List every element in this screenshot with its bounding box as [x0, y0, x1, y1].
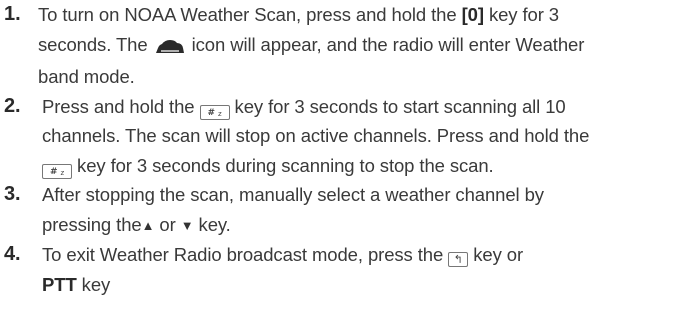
step-text: Press and hold the [42, 95, 200, 117]
step-text: key for 3 seconds during scanning to sto… [77, 154, 494, 176]
step-line: band mode. [38, 62, 688, 92]
step-2: 2. Press and hold the # z key for 3 secon… [4, 92, 688, 181]
step-line: To turn on NOAA Weather Scan, press and … [38, 0, 688, 30]
hash-key-sub: z [217, 109, 222, 118]
step-text: pressing the [42, 213, 142, 235]
step-line: pressing the▲ or ▼ key. [42, 210, 688, 241]
weather-band-icon [155, 33, 185, 63]
up-arrow-icon: ▲ [141, 217, 155, 233]
step-text: key. [193, 213, 231, 235]
ptt-key-label: PTT [42, 273, 77, 295]
step-text: band mode. [38, 66, 135, 87]
down-arrow-icon: ▼ [180, 217, 194, 233]
step-text: After stopping the scan, manually select… [42, 184, 544, 205]
step-number: 2. [4, 94, 21, 117]
step-3: 3. After stopping the scan, manually sel… [4, 180, 688, 240]
hash-key-icon: # z [42, 163, 72, 179]
step-line: # z key for 3 seconds during scanning to … [42, 151, 688, 181]
step-text: icon will appear, and the radio will ent… [186, 33, 585, 55]
step-text: To exit Weather Radio broadcast mode, pr… [42, 244, 449, 265]
step-line: Press and hold the # z key for 3 seconds … [42, 92, 688, 122]
hash-key-symbol: # [207, 107, 216, 118]
step-text: key for 3 [483, 4, 559, 25]
step-line: To exit Weather Radio broadcast mode, pr… [42, 240, 688, 270]
step-text: key or [468, 244, 524, 265]
step-line: After stopping the scan, manually select… [42, 180, 688, 210]
step-4: 4. To exit Weather Radio broadcast mode,… [4, 240, 688, 299]
step-text: To turn on NOAA Weather Scan, press and … [38, 4, 462, 25]
hash-key-symbol: # [49, 166, 58, 177]
instructions-document: 1. To turn on NOAA Weather Scan, press a… [4, 0, 688, 299]
step-line: seconds. The icon will appear, and the r… [38, 30, 688, 63]
back-key-icon: ↰ [448, 252, 469, 267]
step-text: seconds. The [38, 33, 153, 55]
step-text: or [154, 213, 181, 235]
zero-key-label: [0] [461, 4, 484, 25]
hash-key-sub: z [60, 168, 65, 177]
hash-key-icon: # z [199, 104, 230, 120]
step-line: channels. The scan will stop on active c… [42, 121, 688, 151]
step-1: 1. To turn on NOAA Weather Scan, press a… [4, 0, 688, 92]
step-text: key [76, 273, 111, 295]
step-text: key for 3 seconds to start scanning all … [229, 95, 566, 117]
step-number: 1. [4, 3, 21, 25]
step-number: 4. [4, 243, 21, 265]
step-number: 3. [4, 183, 21, 205]
step-text: channels. The scan will stop on active c… [42, 125, 590, 146]
step-line: PTT key [42, 270, 688, 300]
